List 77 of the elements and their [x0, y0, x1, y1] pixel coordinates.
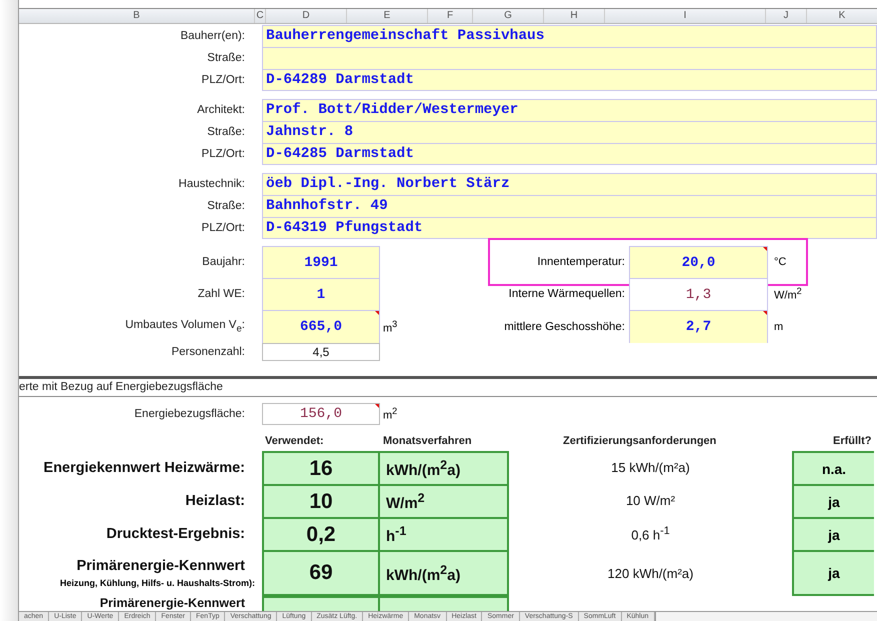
input-cell[interactable]: D-64319 Pfungstadt — [262, 217, 877, 239]
requirement-text: 15 kWh/(m²a) — [611, 460, 690, 476]
result-label: Heizlast: — [185, 492, 245, 509]
result-label: Energiekennwert Heizwärme: — [44, 460, 245, 476]
column-label: Zertifizierungsanforderungen — [563, 434, 718, 447]
value-cell[interactable]: 2,7 — [629, 310, 768, 343]
value-cell[interactable]: 665,0 — [262, 310, 380, 343]
field-label: PLZ/Ort: — [200, 148, 246, 160]
column-header[interactable]: J — [766, 9, 807, 23]
result-unit: kWh/(m$^{2}$a) — [380, 451, 509, 484]
field-label: Umbautes Volumen V$_{e}$: — [124, 318, 246, 334]
result-value: 0,2 — [262, 517, 380, 550]
input-cell[interactable]: öeb Dipl.-Ing. Norbert Stärz — [262, 173, 877, 195]
field-label: Haustechnik: — [178, 178, 246, 190]
fulfilled-cell: ja — [792, 484, 874, 518]
field-label: Straße: — [206, 52, 246, 64]
result-sublabel: Heizung, Kühlung, Hilfs- u. Haushalts-Strom): — [60, 578, 255, 588]
column-header[interactable]: F — [428, 9, 473, 23]
column-label: Verwendet: — [265, 434, 325, 447]
field-label: Straße: — [206, 126, 246, 138]
column-header[interactable]: B — [19, 9, 255, 23]
column-header[interactable]: H — [544, 9, 605, 23]
requirement-text: 0,6 h$^{-1}$ — [631, 525, 670, 542]
result-unit: h$^{-1}$ — [380, 517, 509, 550]
input-cell[interactable]: Bahnhofstr. 49 — [262, 195, 877, 217]
fulfilled-cell: ja — [792, 550, 874, 596]
unit-label: m — [774, 320, 784, 332]
value-cell[interactable]: 1991 — [262, 246, 380, 278]
requirement-text: 10 W/m² — [626, 493, 676, 508]
input-cell[interactable]: D-64289 Darmstadt — [262, 69, 877, 91]
value-cell[interactable]: 4,5 — [262, 343, 380, 361]
input-cell[interactable]: D-64285 Darmstadt — [262, 143, 877, 165]
column-label: Monatsverfahren — [383, 434, 473, 447]
column-header[interactable]: D — [266, 9, 347, 23]
result-value: 16 — [262, 451, 380, 484]
field-label: Straße: — [206, 200, 246, 212]
field-label: Energiebezugsfläche: — [133, 408, 246, 420]
unit-label: m$^{3}$ — [383, 318, 398, 334]
result-label: Primärenergie-Kennwert — [100, 596, 245, 612]
column-label: Erfüllt? — [833, 434, 872, 447]
field-label: Zahl WE: — [196, 288, 246, 300]
field-label: mittlere Geschosshöhe: — [503, 320, 626, 332]
section-title: erte mit Bezug auf Energiebezugsfläche — [19, 381, 223, 394]
value-cell[interactable]: 20,0 — [629, 246, 768, 278]
field-label: Architekt: — [196, 104, 246, 116]
column-header[interactable]: G — [473, 9, 544, 23]
field-label: Baujahr: — [201, 256, 246, 268]
input-cell[interactable]: Bauherrengemeinschaft Passivhaus — [262, 25, 877, 47]
input-cell[interactable]: Prof. Bott/Ridder/Westermeyer — [262, 99, 877, 121]
field-label: Bauherr(en): — [179, 30, 246, 42]
fulfilled-cell: ja — [792, 517, 874, 550]
result-unit: W/m$^{2}$ — [380, 484, 509, 518]
field-label: PLZ/Ort: — [200, 74, 246, 86]
unit-label: m$^{2}$ — [383, 406, 398, 422]
value-cell[interactable]: 156,0 — [262, 402, 380, 425]
value-cell[interactable]: 1 — [262, 278, 380, 310]
input-cell[interactable] — [262, 47, 877, 69]
value-cell[interactable]: 1,3 — [629, 278, 768, 310]
fulfilled-cell: n.a. — [792, 451, 874, 484]
column-header[interactable]: E — [347, 9, 428, 23]
input-cell[interactable]: Jahnstr. 8 — [262, 121, 877, 143]
horizontal-scrollbar[interactable] — [654, 612, 877, 621]
field-label: Interne Wärmequellen: — [508, 288, 626, 300]
unit-label: °C — [774, 256, 786, 268]
result-label: Drucktest-Ergebnis: — [106, 526, 245, 542]
result-label: Primärenergie-Kennwert — [76, 558, 245, 574]
field-label: PLZ/Ort: — [200, 222, 246, 234]
result-value: 69 — [262, 550, 380, 596]
column-header[interactable]: K — [807, 9, 877, 23]
requirement-text: 120 kWh/(m²a) — [608, 566, 694, 581]
column-header[interactable]: C — [255, 9, 266, 23]
field-label: Personenzahl: — [170, 346, 246, 358]
unit-label: W/m$^{2}$ — [774, 286, 802, 302]
result-value: 10 — [262, 484, 380, 518]
result-unit: kWh/(m$^{2}$a) — [380, 550, 509, 596]
field-label: Innentemperatur: — [536, 256, 626, 268]
column-header[interactable]: I — [605, 9, 766, 23]
